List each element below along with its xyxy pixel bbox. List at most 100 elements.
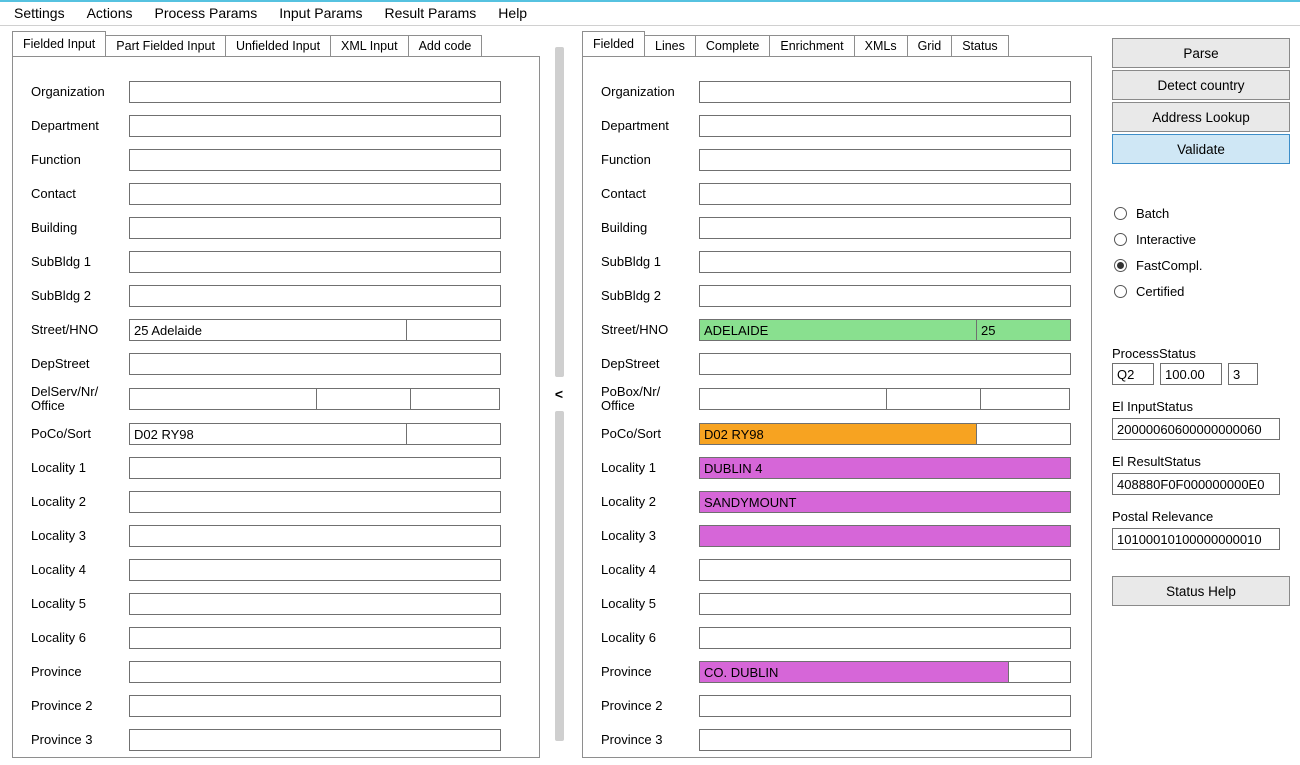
tab-status[interactable]: Status: [951, 35, 1008, 57]
out-street[interactable]: [699, 319, 977, 341]
detect-country-button[interactable]: Detect country: [1112, 70, 1290, 100]
out-building[interactable]: [699, 217, 1071, 239]
in-locality6[interactable]: [129, 627, 501, 649]
label-loc6: Locality 6: [31, 631, 129, 645]
out-locality5[interactable]: [699, 593, 1071, 615]
in-delserv[interactable]: [129, 388, 317, 410]
el-input-status-label: El InputStatus: [1112, 399, 1290, 414]
in-subbldg1[interactable]: [129, 251, 501, 273]
status-help-button[interactable]: Status Help: [1112, 576, 1290, 606]
in-organization[interactable]: [129, 81, 501, 103]
label-province: Province: [31, 665, 129, 679]
out-street-hno[interactable]: [976, 319, 1071, 341]
out-locality3[interactable]: [699, 525, 1071, 547]
el-input-status[interactable]: [1112, 418, 1280, 440]
out-poco[interactable]: [699, 423, 977, 445]
in-street[interactable]: [129, 319, 407, 341]
in-locality4[interactable]: [129, 559, 501, 581]
out-organization[interactable]: [699, 81, 1071, 103]
in-delserv-of[interactable]: [410, 388, 500, 410]
splitter-collapse-button[interactable]: <: [549, 381, 569, 407]
menu-process-params[interactable]: Process Params: [155, 5, 258, 21]
tab-xml-input[interactable]: XML Input: [330, 35, 409, 57]
rlabel-street: Street/HNO: [601, 323, 699, 337]
menu-help[interactable]: Help: [498, 5, 527, 21]
mode-batch[interactable]: Batch: [1114, 200, 1290, 226]
in-locality2[interactable]: [129, 491, 501, 513]
process-status-score[interactable]: [1160, 363, 1222, 385]
tab-lines[interactable]: Lines: [644, 35, 696, 57]
in-contact[interactable]: [129, 183, 501, 205]
mode-fastcompl[interactable]: FastCompl.: [1114, 252, 1290, 278]
out-pobox[interactable]: [699, 388, 887, 410]
process-status-count[interactable]: [1228, 363, 1258, 385]
out-contact[interactable]: [699, 183, 1071, 205]
tab-fielded[interactable]: Fielded: [582, 31, 645, 56]
tab-xmls[interactable]: XMLs: [854, 35, 908, 57]
out-province3[interactable]: [699, 729, 1071, 751]
in-locality3[interactable]: [129, 525, 501, 547]
tab-unfielded-input[interactable]: Unfielded Input: [225, 35, 331, 57]
menu-actions[interactable]: Actions: [87, 5, 133, 21]
postal-relevance[interactable]: [1112, 528, 1280, 550]
rlabel-contact: Contact: [601, 187, 699, 201]
validate-button[interactable]: Validate: [1112, 134, 1290, 164]
label-poco: PoCo/Sort: [31, 427, 129, 441]
rlabel-building: Building: [601, 221, 699, 235]
in-locality5[interactable]: [129, 593, 501, 615]
mode-certified-label: Certified: [1136, 284, 1184, 299]
el-result-status[interactable]: [1112, 473, 1280, 495]
menu-result-params[interactable]: Result Params: [384, 5, 476, 21]
out-province[interactable]: [699, 661, 1009, 683]
tab-enrichment[interactable]: Enrichment: [769, 35, 854, 57]
rlabel-loc3: Locality 3: [601, 529, 699, 543]
out-pobox-nr[interactable]: [886, 388, 981, 410]
in-province[interactable]: [129, 661, 501, 683]
rlabel-poco: PoCo/Sort: [601, 427, 699, 441]
in-subbldg2[interactable]: [129, 285, 501, 307]
mode-certified[interactable]: Certified: [1114, 278, 1290, 304]
menu-settings[interactable]: Settings: [14, 5, 65, 21]
tab-grid[interactable]: Grid: [907, 35, 953, 57]
in-building[interactable]: [129, 217, 501, 239]
out-locality4[interactable]: [699, 559, 1071, 581]
splitter-grip-top[interactable]: [555, 47, 564, 377]
in-province3[interactable]: [129, 729, 501, 751]
out-function[interactable]: [699, 149, 1071, 171]
in-depstreet[interactable]: [129, 353, 501, 375]
out-subbldg2[interactable]: [699, 285, 1071, 307]
in-street-hno[interactable]: [406, 319, 501, 341]
in-poco[interactable]: [129, 423, 407, 445]
in-poco-sort[interactable]: [406, 423, 501, 445]
in-function[interactable]: [129, 149, 501, 171]
splitter[interactable]: <: [548, 26, 570, 761]
address-lookup-button[interactable]: Address Lookup: [1112, 102, 1290, 132]
in-locality1[interactable]: [129, 457, 501, 479]
out-locality6[interactable]: [699, 627, 1071, 649]
tab-fielded-input[interactable]: Fielded Input: [12, 31, 106, 56]
out-province2[interactable]: [699, 695, 1071, 717]
parse-button[interactable]: Parse: [1112, 38, 1290, 68]
process-status-code[interactable]: [1112, 363, 1154, 385]
out-pobox-of[interactable]: [980, 388, 1070, 410]
splitter-grip-bottom[interactable]: [555, 411, 564, 741]
tab-complete[interactable]: Complete: [695, 35, 771, 57]
in-province2[interactable]: [129, 695, 501, 717]
out-province-b[interactable]: [1008, 661, 1071, 683]
label-loc4: Locality 4: [31, 563, 129, 577]
out-subbldg1[interactable]: [699, 251, 1071, 273]
out-locality1[interactable]: [699, 457, 1071, 479]
out-depstreet[interactable]: [699, 353, 1071, 375]
tab-part-fielded-input[interactable]: Part Fielded Input: [105, 35, 226, 57]
out-locality2[interactable]: [699, 491, 1071, 513]
sidebar: Parse Detect country Address Lookup Vali…: [1100, 26, 1300, 761]
postal-relevance-label: Postal Relevance: [1112, 509, 1290, 524]
mode-interactive[interactable]: Interactive: [1114, 226, 1290, 252]
in-delserv-nr[interactable]: [316, 388, 411, 410]
out-poco-sort[interactable]: [976, 423, 1071, 445]
rlabel-loc1: Locality 1: [601, 461, 699, 475]
out-department[interactable]: [699, 115, 1071, 137]
menu-input-params[interactable]: Input Params: [279, 5, 362, 21]
tab-add-code[interactable]: Add code: [408, 35, 483, 57]
in-department[interactable]: [129, 115, 501, 137]
